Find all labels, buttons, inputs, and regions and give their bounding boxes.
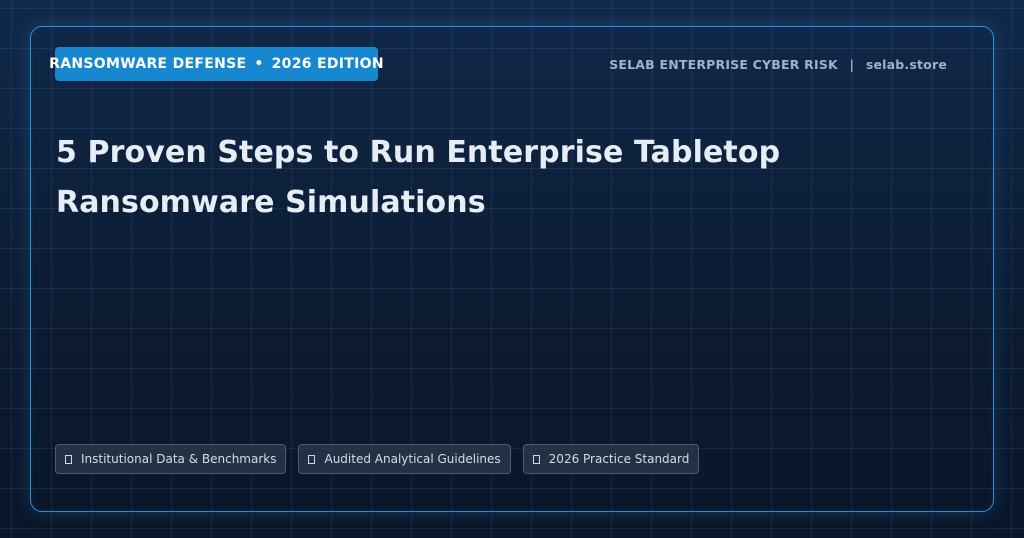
badge-topic: RANSOMWARE DEFENSE <box>49 56 247 72</box>
badge-separator: • <box>254 56 264 72</box>
chip-label: 2026 Practice Standard <box>548 452 690 466</box>
missing-glyph-icon <box>65 454 72 464</box>
brand-separator: | <box>849 57 855 72</box>
brand-site: selab.store <box>865 57 947 72</box>
badge-edition: 2026 EDITION <box>271 56 384 72</box>
brand-line: SELAB ENTERPRISE CYBER RISK | selab.stor… <box>609 57 947 72</box>
page-title: 5 Proven Steps to Run Enterprise Tableto… <box>56 135 781 220</box>
chip-label: Audited Analytical Guidelines <box>324 452 501 466</box>
missing-glyph-icon <box>532 454 540 464</box>
chip-audited-guidelines: Audited Analytical Guidelines <box>298 444 511 474</box>
chip-label: Institutional Data & Benchmarks <box>81 452 277 466</box>
brand-name: SELAB ENTERPRISE CYBER RISK <box>609 57 838 72</box>
feature-chip-list: Institutional Data & Benchmarks Audited … <box>55 444 700 474</box>
category-badge: RANSOMWARE DEFENSE • 2026 EDITION <box>49 47 384 81</box>
missing-glyph-icon <box>308 454 316 464</box>
chip-practice-standard: 2026 Practice Standard <box>522 444 700 474</box>
card-frame <box>30 26 994 512</box>
chip-institutional-data: Institutional Data & Benchmarks <box>55 444 287 474</box>
